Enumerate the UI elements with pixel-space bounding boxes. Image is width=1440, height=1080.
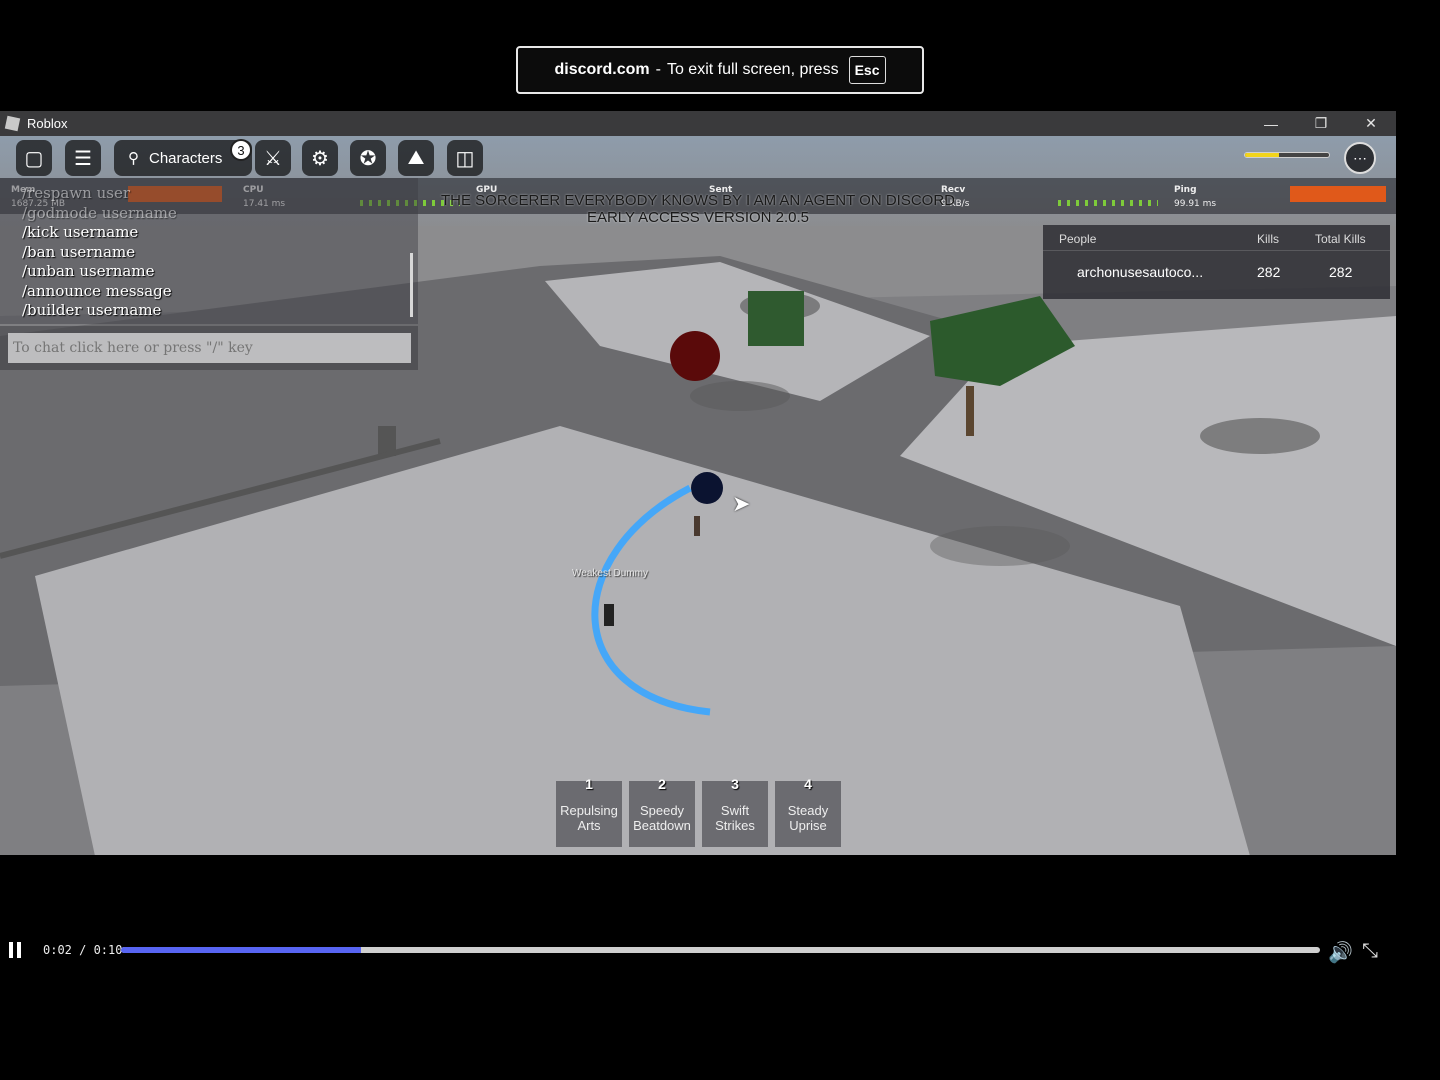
game-viewport[interactable]: ▢ ☰ ⚲ Characters 3 ⚔ ⚙ ✪ ⛰ ◫ ⋯ Mem 1687.2… [0, 136, 1396, 855]
admin-commands-list: /respawn user /godmode username /kick us… [0, 178, 418, 324]
gear-icon[interactable]: ⚙ [302, 140, 338, 176]
seek-bar[interactable] [121, 947, 1320, 953]
exit-fullscreen-icon[interactable]: ⤡ [1362, 940, 1382, 962]
total-kills-header: Total Kills [1315, 232, 1366, 246]
slot-label: Swift Strikes [715, 803, 755, 833]
banner-title: THE SORCERER EVERYBODY KNOWS BY I AM AN … [440, 192, 955, 209]
stat-ping: Ping 99.91 ms [1174, 185, 1217, 209]
fullscreen-notice: discord.com - To exit full screen, press… [516, 46, 924, 94]
hotbar-slot-4[interactable]: 4 Steady Uprise [775, 776, 841, 847]
volume-icon[interactable]: 🔊 [1328, 940, 1353, 964]
location-pin-icon: ⚲ [128, 150, 139, 167]
leaderboard-row[interactable]: archonusesautoco... 282 282 [1043, 251, 1390, 299]
slot-number: 3 [731, 776, 739, 792]
hotbar-slot-3[interactable]: 3 Swift Strikes [702, 776, 768, 847]
window-title: Roblox [27, 116, 68, 131]
minimize-button[interactable]: — [1246, 111, 1296, 136]
swords-icon[interactable]: ⚔ [255, 140, 291, 176]
slot-label: Repulsing Arts [560, 803, 618, 833]
leaderboard-header: People Kills Total Kills [1043, 225, 1390, 251]
chat-toggle-button[interactable]: ☰ [65, 140, 101, 176]
video-time: 0:02 / 0:10 [43, 943, 123, 957]
roblox-logo-icon [4, 115, 21, 132]
esc-key: Esc [848, 56, 886, 84]
hat-icon[interactable]: ⛰ [398, 140, 434, 176]
recv-graph [1058, 200, 1158, 206]
hotbar-slot-1[interactable]: 1 Repulsing Arts [556, 776, 622, 847]
slot-label: Speedy Beatdown [633, 803, 691, 833]
command-line: /kick username [22, 223, 139, 241]
ping-bar [1290, 186, 1386, 202]
chat-bar [0, 326, 418, 370]
close-button[interactable]: ✕ [1346, 111, 1396, 136]
slot-number: 2 [658, 776, 666, 792]
npc-label: Weakest Dummy [572, 568, 648, 579]
kills-header: Kills [1257, 232, 1280, 246]
people-header: People [1059, 232, 1097, 246]
chat-input[interactable] [8, 333, 411, 363]
player-kills: 282 [1257, 264, 1281, 280]
command-line: /ban username [22, 243, 136, 261]
notice-text: To exit full screen, press [666, 61, 839, 78]
notice-domain: discord.com [554, 61, 650, 78]
banner-version: EARLY ACCESS VERSION 2.0.5 [586, 209, 810, 226]
player-name: archonusesautoco... [1077, 264, 1204, 280]
slot-label: Steady Uprise [787, 803, 829, 833]
pause-button[interactable] [9, 942, 23, 958]
commands-scrollbar[interactable] [410, 253, 413, 317]
characters-count-badge: 3 [230, 139, 252, 161]
command-line: /announce message [22, 282, 172, 300]
slot-number: 4 [804, 776, 812, 792]
command-line: /godmode username [22, 204, 177, 222]
command-line: /unban username [22, 262, 155, 280]
command-line: /respawn user [22, 184, 131, 202]
mouse-cursor-icon: ➤ [732, 491, 751, 516]
video-controls: 0:02 / 0:10 🔊 ⤡ [0, 934, 1440, 966]
player-total-kills: 282 [1329, 264, 1353, 280]
emote-icon[interactable]: ✪ [350, 140, 386, 176]
restore-button[interactable]: ❐ [1296, 111, 1346, 136]
fullscreen-video: discord.com - To exit full screen, press… [0, 0, 1440, 1080]
command-line: /builder username [22, 301, 162, 319]
more-options-button[interactable]: ⋯ [1344, 142, 1376, 174]
game-banner: THE SORCERER EVERYBODY KNOWS BY I AM AN … [440, 192, 956, 226]
health-bar [1244, 152, 1330, 158]
slot-number: 1 [585, 776, 593, 792]
notice-separator: - [655, 61, 661, 78]
leaderboard: People Kills Total Kills archonusesautoc… [1043, 225, 1390, 299]
window-titlebar: Roblox — ❐ ✕ [0, 111, 1396, 136]
roblox-menu-button[interactable]: ▢ [16, 140, 52, 176]
roblox-window: Roblox — ❐ ✕ ▢ ☰ ⚲ Characters 3 ⚔ ⚙ ✪ ⛰ … [0, 111, 1396, 855]
characters-label: Characters [149, 149, 223, 167]
gift-icon[interactable]: ◫ [447, 140, 483, 176]
hotbar-slot-2[interactable]: 2 Speedy Beatdown [629, 776, 695, 847]
